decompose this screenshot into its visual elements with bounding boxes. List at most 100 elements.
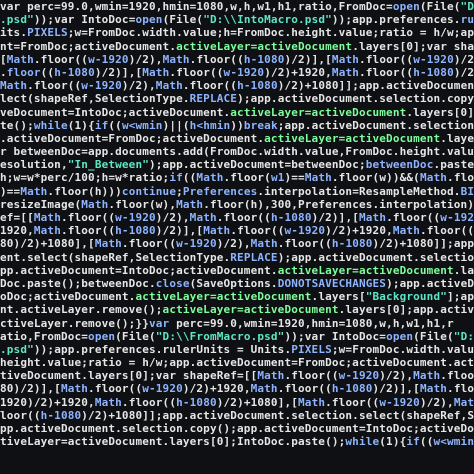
code-line: tiveLayer=activeDocument.layers[0];IntoD…	[0, 435, 474, 448]
code-token: h-1080	[331, 382, 373, 396]
code-token: activeLayer=activeDocument	[176, 39, 353, 53]
code-line: 1920,Math.floor((h-1080)/2)],[Math.floor…	[0, 224, 474, 237]
code-token: Doc.paste();betweenDoc.	[0, 276, 156, 290]
code-token: (1){	[67, 118, 95, 132]
code-token: h;w=w*perc/100;h=w*ratio;	[0, 171, 170, 185]
code-token: )/2)],[	[94, 65, 143, 79]
code-token: )/2),	[379, 369, 414, 383]
code-token: w-1920	[115, 211, 156, 224]
code-line: Math.floor((w-1920)/2),Math.floor((h-108…	[0, 79, 474, 92]
code-token: Math	[359, 211, 387, 224]
code-token: .floor((	[121, 395, 177, 409]
code-line: )==Math.floor(h)))continue;Preferences.i…	[0, 185, 474, 198]
code-line: height.value;ratio = h/w;app.activeDocum…	[0, 356, 474, 369]
code-token: 80)/2)],[	[0, 382, 61, 396]
code-token: ));var IntoDoc=	[33, 13, 136, 27]
code-token: (File(	[419, 0, 461, 13]
code-token: .floor((	[447, 382, 474, 396]
code-token: Math	[189, 211, 217, 224]
code-token: .	[0, 65, 7, 79]
code-token: Math	[20, 184, 48, 198]
code-token: tiveLayer=activeDocument.layers[0];IntoD…	[0, 435, 346, 449]
code-token: .floor((	[121, 237, 177, 251]
code-token: activeLayer=activeDocument	[230, 105, 407, 119]
code-token: )==	[0, 184, 21, 198]
code-token: .floor((	[182, 79, 238, 93]
code-line: .psd"));var IntoDoc=open(File("D:\\IntoM…	[0, 13, 474, 26]
code-token: h-1080	[40, 408, 82, 422]
code-token: Math	[257, 369, 285, 383]
code-token: Math	[250, 382, 278, 396]
code-token: Math	[33, 224, 61, 238]
code-token: Math	[413, 369, 441, 383]
code-token: w-1920	[88, 52, 129, 66]
code-token: .floor(w),	[108, 197, 177, 211]
code-token: .floor((	[216, 211, 271, 224]
code-token: Math	[196, 171, 224, 185]
code-token: loor((	[0, 408, 41, 422]
code-token: while	[345, 435, 380, 449]
code-line: esolution,"In_Between");app.activeDocume…	[0, 158, 474, 171]
code-token: )/2)+1920,	[453, 52, 474, 66]
code-token: open	[135, 13, 163, 27]
code-token: esolution,	[0, 158, 68, 172]
code-token: ;w=FromDoc.width.value;h=FromDoc.height.…	[67, 26, 474, 40]
code-token: perc=99.0,wmin=1920,hmin=1080,w,h,w1,h1,…	[169, 316, 454, 330]
code-token: .floor(h),300,Preferences.interpolation)…	[203, 197, 474, 211]
code-token: h-1080	[331, 237, 373, 251]
code-line: pp.activeDocument.selection.copy();app.a…	[0, 422, 474, 435]
code-token: h-1080	[237, 79, 278, 93]
code-line: ent.select(shapeRef,SelectionType.REPLAC…	[0, 251, 474, 264]
code-token: .floor(w))&&(	[331, 171, 420, 185]
code-line: r betweenDoc=app.documents.add(FromDoc.w…	[0, 145, 474, 158]
code-token: ((	[108, 118, 122, 132]
code-token: rulerUnits	[460, 13, 474, 27]
code-line: .psd"));app.preferences.rulerUnits = Uni…	[0, 343, 474, 356]
code-token: )/2),	[121, 79, 156, 93]
code-token: .floor((	[284, 369, 339, 383]
code-token: open	[88, 329, 116, 343]
code-token: "Background"	[365, 290, 448, 304]
code-token: w-1920	[440, 211, 474, 224]
code-token: );app.activeDocument.selection.copy();ap…	[237, 92, 474, 106]
code-token: )/2)],[	[155, 224, 204, 238]
code-token: .layers[	[311, 290, 366, 304]
code-token: );app.activeDocument=Int	[386, 276, 474, 290]
code-token: )/2)+1080]];app.activeDocument.selection…	[81, 408, 474, 422]
code-token: height.value;ratio = h/w;app.activeDocum…	[0, 356, 474, 370]
code-token: .floor((	[359, 52, 414, 66]
code-line: 1920)/2)+1920,Math.floor((h-1080)/2)+108…	[0, 396, 474, 409]
code-token: h<hmin	[189, 118, 231, 132]
code-token: ];app.activeDocume	[447, 290, 474, 304]
code-token: (SaveOptions.	[189, 276, 278, 290]
code-token: .layers[0];var shapeRef=[	[352, 39, 474, 53]
code-token: w1	[270, 171, 285, 185]
code-token: Math	[298, 395, 326, 409]
code-token: h-1080	[413, 65, 454, 79]
code-token: .floor((	[419, 224, 474, 238]
code-token: continue	[121, 184, 177, 198]
code-token: ((	[182, 171, 197, 185]
code-token: ));app.preferences.rulerUnits = Units.	[33, 342, 292, 356]
code-token: ));app.preferences.	[331, 13, 461, 27]
code-token: .activeDocument=FromDoc;activeDocument.	[0, 131, 265, 145]
code-token: );app.activeDocument.selection.copy();a	[277, 250, 474, 264]
code-line: nt.activeLayer.remove();activeLayer=acti…	[0, 303, 474, 316]
code-line: oDoc;activeDocument.activeLayer=activeDo…	[0, 290, 474, 303]
code-token: r betweenDoc=app.documents.add(FromDoc.w…	[0, 145, 474, 159]
code-line: Doc.paste();betweenDoc.close(SaveOptions…	[0, 277, 474, 290]
code-token: )/2)],[	[311, 211, 360, 224]
code-token: Math	[419, 382, 448, 396]
code-token: nt=FromDoc;activeDocument.	[0, 39, 177, 53]
code-token: 1920,	[0, 224, 34, 238]
code-token: ))	[230, 118, 244, 132]
code-token: activeLayer=activeDocument	[264, 131, 441, 145]
code-token: activeLayer=activeDocument	[162, 303, 339, 317]
code-token: ((	[40, 65, 55, 79]
code-editor-view[interactable]: var perc=99.0,wmin=1920,hmin=1080,w,h,w1…	[0, 0, 474, 474]
code-token: activeLayer=activeDocument	[135, 290, 312, 304]
code-token: "D:\\FromMacro.psd"	[155, 329, 285, 343]
code-token: Math	[155, 79, 183, 93]
code-token: .paste();w1=w;h1=	[433, 158, 474, 172]
code-token: close	[155, 276, 190, 290]
